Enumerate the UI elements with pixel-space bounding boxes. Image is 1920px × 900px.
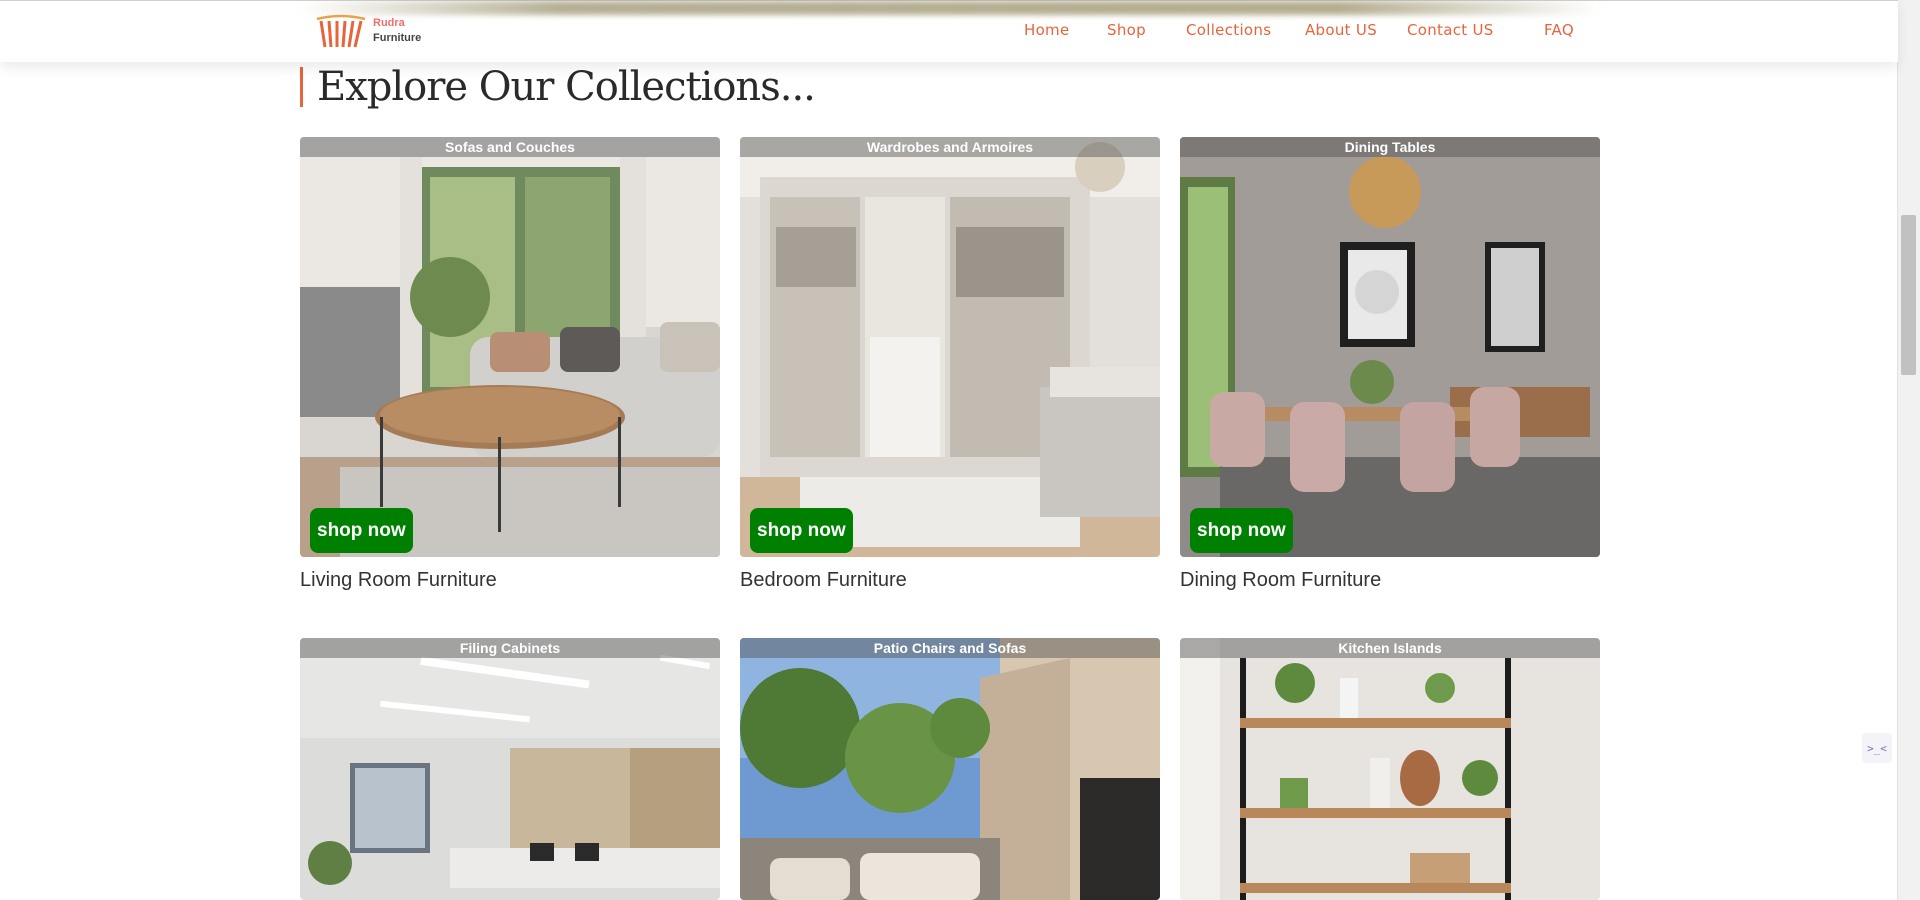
collection-card-office: Filing Cabinets bbox=[300, 638, 720, 900]
section-heading: Explore Our Collections... bbox=[300, 62, 816, 112]
card-title[interactable]: Dining Room Furniture bbox=[1180, 569, 1600, 592]
nav-collections[interactable]: Collections bbox=[1186, 21, 1271, 39]
shop-now-button[interactable]: shop now bbox=[750, 508, 853, 553]
card-category-label: Wardrobes and Armoires bbox=[740, 137, 1160, 157]
card-image-patio-chairs[interactable]: Patio Chairs and Sofas bbox=[740, 638, 1160, 900]
card-image-filing-cabinets[interactable]: Filing Cabinets bbox=[300, 638, 720, 900]
card-image-kitchen-islands[interactable]: Kitchen Islands bbox=[1180, 638, 1600, 900]
card-title[interactable]: Living Room Furniture bbox=[300, 569, 720, 592]
nav-contact[interactable]: Contact US bbox=[1407, 21, 1494, 39]
collection-card-kitchen: Kitchen Islands bbox=[1180, 638, 1600, 900]
collection-card-bedroom: Wardrobes and Armoires shop now Bedroom … bbox=[740, 137, 1160, 592]
page-title: Explore Our Collections... bbox=[317, 64, 816, 110]
chat-widget-glyph: >_< bbox=[1867, 741, 1887, 755]
shop-now-button[interactable]: shop now bbox=[1190, 508, 1293, 553]
nav-shop[interactable]: Shop bbox=[1107, 21, 1146, 39]
collection-card-dining-room: Dining Tables shop now Dining Room Furni… bbox=[1180, 137, 1600, 592]
brand-name: Rudra Furniture bbox=[373, 16, 421, 46]
card-image-sofas[interactable]: Sofas and Couches shop now bbox=[300, 137, 720, 557]
living-room-photo bbox=[300, 137, 720, 557]
logo-icon bbox=[316, 14, 366, 48]
heading-accent-bar bbox=[300, 67, 303, 107]
card-category-label: Kitchen Islands bbox=[1180, 638, 1600, 658]
office-photo bbox=[300, 638, 720, 900]
card-image-wardrobes[interactable]: Wardrobes and Armoires shop now bbox=[740, 137, 1160, 557]
nav-faq[interactable]: FAQ bbox=[1544, 21, 1574, 39]
card-image-dining-tables[interactable]: Dining Tables shop now bbox=[1180, 137, 1600, 557]
chat-widget-icon[interactable]: >_< bbox=[1862, 733, 1892, 763]
shop-now-button[interactable]: shop now bbox=[310, 508, 413, 553]
kitchen-photo bbox=[1180, 638, 1600, 900]
nav-about[interactable]: About US bbox=[1305, 21, 1377, 39]
header-shadow-decoration bbox=[300, 1, 1600, 15]
site-header: Rudra Furniture Home Shop Collections Ab… bbox=[0, 0, 1898, 62]
collection-card-living-room: Sofas and Couches shop now Living Room F… bbox=[300, 137, 720, 592]
card-category-label: Dining Tables bbox=[1180, 137, 1600, 157]
card-title[interactable]: Bedroom Furniture bbox=[740, 569, 1160, 592]
card-category-label: Filing Cabinets bbox=[300, 638, 720, 658]
card-category-label: Patio Chairs and Sofas bbox=[740, 638, 1160, 658]
bedroom-photo bbox=[740, 137, 1160, 557]
nav-home[interactable]: Home bbox=[1024, 21, 1070, 39]
patio-photo bbox=[740, 638, 1160, 900]
brand-line-2: Furniture bbox=[373, 32, 422, 44]
brand-logo[interactable]: Rudra Furniture bbox=[313, 11, 421, 51]
brand-line-1: Rudra bbox=[373, 17, 405, 29]
scrollbar-thumb[interactable] bbox=[1901, 215, 1916, 375]
card-category-label: Sofas and Couches bbox=[300, 137, 720, 157]
dining-room-photo bbox=[1180, 137, 1600, 557]
collection-card-outdoor: Patio Chairs and Sofas bbox=[740, 638, 1160, 900]
page-scrollbar[interactable] bbox=[1897, 0, 1920, 900]
